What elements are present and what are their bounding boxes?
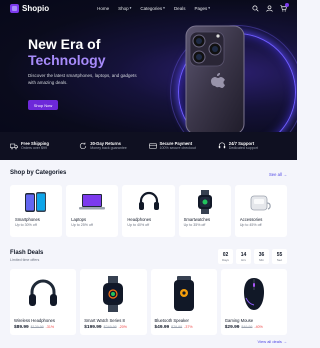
flash-deals-title: Flash Deals xyxy=(10,250,44,256)
nav-links: Home Shop ▾ Categories ▾ Deals Pages ▾ xyxy=(91,6,210,11)
feature-secure-payment: Secure Payment 100% secure checkout xyxy=(148,141,218,151)
speaker-icon xyxy=(155,272,213,316)
nav-icons xyxy=(252,2,289,12)
return-icon xyxy=(80,142,87,150)
truck-icon xyxy=(10,143,18,150)
mouse-icon xyxy=(225,272,283,316)
feature-free-shipping: Free Shipping Orders over $99 xyxy=(10,141,79,151)
deal-old-price: $129.99 xyxy=(30,325,44,329)
categories-title: Shop by Categories xyxy=(10,170,67,176)
deal-name: Wireless Headphones xyxy=(14,318,55,323)
category-offer: Up to 35% off xyxy=(183,223,206,227)
deal-price: $29.99 xyxy=(224,325,240,330)
user-icon[interactable] xyxy=(266,4,273,12)
smartphone-icon xyxy=(15,189,57,215)
nav-link-deals[interactable]: Deals xyxy=(174,6,186,11)
category-card-smartwatches[interactable]: Smartwatches Up to 35% off xyxy=(178,185,231,237)
page: Shopio Home Shop ▾ Categories ▾ Deals Page… xyxy=(0,0,297,348)
features-bar: Free Shipping Orders over $99 30-Day Retu… xyxy=(0,132,297,160)
chevron-down-icon: ▾ xyxy=(163,6,165,10)
hero-phone-image xyxy=(185,25,245,132)
brand-logo[interactable]: Shopio xyxy=(10,3,50,13)
feature-subtitle: Orders over $99 xyxy=(21,146,47,150)
feature-support: 24/7 Support Dedicated support xyxy=(218,141,287,151)
timer-hours: 14 Hrs xyxy=(236,249,251,264)
hero-banner: Shopio Home Shop ▾ Categories ▾ Deals Page… xyxy=(0,0,297,132)
hero-title-line2: Technology xyxy=(28,52,106,68)
deal-card-speaker[interactable]: Bluetooth Speaker $49.99 $79.99 -37% xyxy=(150,269,217,335)
flash-deals-grid: Wireless Headphones $89.99 $129.99 -31% Sm… xyxy=(10,269,287,335)
deal-card-headphones[interactable]: Wireless Headphones $89.99 $129.99 -31% xyxy=(10,269,77,335)
smartwatch-icon xyxy=(84,272,142,316)
deal-name: Smart Watch Series 8 xyxy=(84,318,125,323)
hero-title-line1: New Era of xyxy=(28,36,101,52)
deal-discount: -31% xyxy=(45,325,55,329)
deal-price: $49.99 xyxy=(154,325,170,330)
category-offer: Up to 45% off xyxy=(239,223,262,227)
flash-deals-subtitle: Limited time offers xyxy=(10,258,40,262)
chevron-down-icon: ▾ xyxy=(208,6,210,10)
category-name: Laptops xyxy=(71,217,87,222)
nav-link-categories[interactable]: Categories ▾ xyxy=(140,6,165,11)
arrow-right-icon: → xyxy=(282,172,287,177)
countdown-timer: 02 Days 14 Hrs 36 Min 55 Sec xyxy=(218,249,287,264)
deal-discount: -20% xyxy=(118,325,127,329)
feature-subtitle: 100% secure checkout xyxy=(159,146,196,150)
headset-icon xyxy=(218,142,225,149)
search-icon[interactable] xyxy=(252,4,259,12)
deal-card-smartwatch[interactable]: Smart Watch Series 8 $199.99 $249.99 -20% xyxy=(80,269,147,335)
hero-subtitle: Discover the latest smartphones, laptops… xyxy=(28,73,137,85)
deal-name: Gaming Mouse xyxy=(224,318,254,323)
see-all-categories-link[interactable]: See all → xyxy=(269,172,287,177)
category-offer: Up to 25% off xyxy=(71,223,93,227)
logo-icon xyxy=(10,3,19,13)
card-icon xyxy=(148,143,157,149)
category-card-laptops[interactable]: Laptops Up to 25% off xyxy=(66,185,119,237)
category-card-headphones[interactable]: Headphones Up to 40% off xyxy=(122,185,175,237)
laptop-icon xyxy=(71,189,113,215)
category-name: Smartphones xyxy=(15,217,40,222)
category-offer: Up to 30% off xyxy=(15,223,37,227)
feature-subtitle: Money back guarantee xyxy=(90,146,127,150)
nav-link-shop[interactable]: Shop ▾ xyxy=(118,6,131,11)
smartwatch-icon xyxy=(184,189,226,215)
headphones-icon xyxy=(14,272,72,316)
shop-now-button[interactable]: Shop Now xyxy=(28,100,58,110)
deal-old-price: $249.99 xyxy=(103,325,117,329)
category-card-smartphones[interactable]: Smartphones Up to 30% off xyxy=(10,185,63,237)
category-offer: Up to 40% off xyxy=(127,223,150,227)
deal-price: $199.99 xyxy=(84,325,102,330)
deal-discount: -40% xyxy=(254,325,263,329)
deal-old-price: $79.99 xyxy=(171,325,183,329)
timer-seconds: 55 Sec xyxy=(272,249,287,264)
view-all-deals-link[interactable]: View all deals → xyxy=(258,339,288,344)
headphones-icon xyxy=(127,189,169,215)
category-name: Accessories xyxy=(239,217,263,222)
cart-badge xyxy=(284,2,289,7)
cart-button[interactable] xyxy=(280,2,289,12)
category-card-accessories[interactable]: Accessories Up to 45% off xyxy=(234,185,288,237)
deal-card-mouse[interactable]: Gaming Mouse $29.99 $49.99 -40% xyxy=(220,269,287,335)
feature-subtitle: Dedicated support xyxy=(228,146,258,150)
category-name: Headphones xyxy=(127,217,152,222)
deal-name: Bluetooth Speaker xyxy=(154,318,189,323)
nav-link-home[interactable]: Home xyxy=(97,6,109,11)
chevron-down-icon: ▾ xyxy=(129,6,132,10)
top-nav: Shopio Home Shop ▾ Categories ▾ Deals Page… xyxy=(0,0,297,16)
feature-returns: 30-Day Returns Money back guarantee xyxy=(79,141,148,151)
timer-days: 02 Days xyxy=(218,249,233,264)
categories-grid: Smartphones Up to 30% off Laptops Up to … xyxy=(10,185,288,237)
deal-price: $89.99 xyxy=(14,325,29,330)
brand-name: Shopio xyxy=(22,3,50,13)
accessories-icon xyxy=(240,189,282,215)
nav-link-pages[interactable]: Pages ▾ xyxy=(194,6,210,11)
category-name: Smartwatches xyxy=(183,217,211,222)
timer-minutes: 36 Min xyxy=(254,249,269,264)
deal-discount: -37% xyxy=(184,325,193,329)
deal-old-price: $49.99 xyxy=(241,325,253,329)
